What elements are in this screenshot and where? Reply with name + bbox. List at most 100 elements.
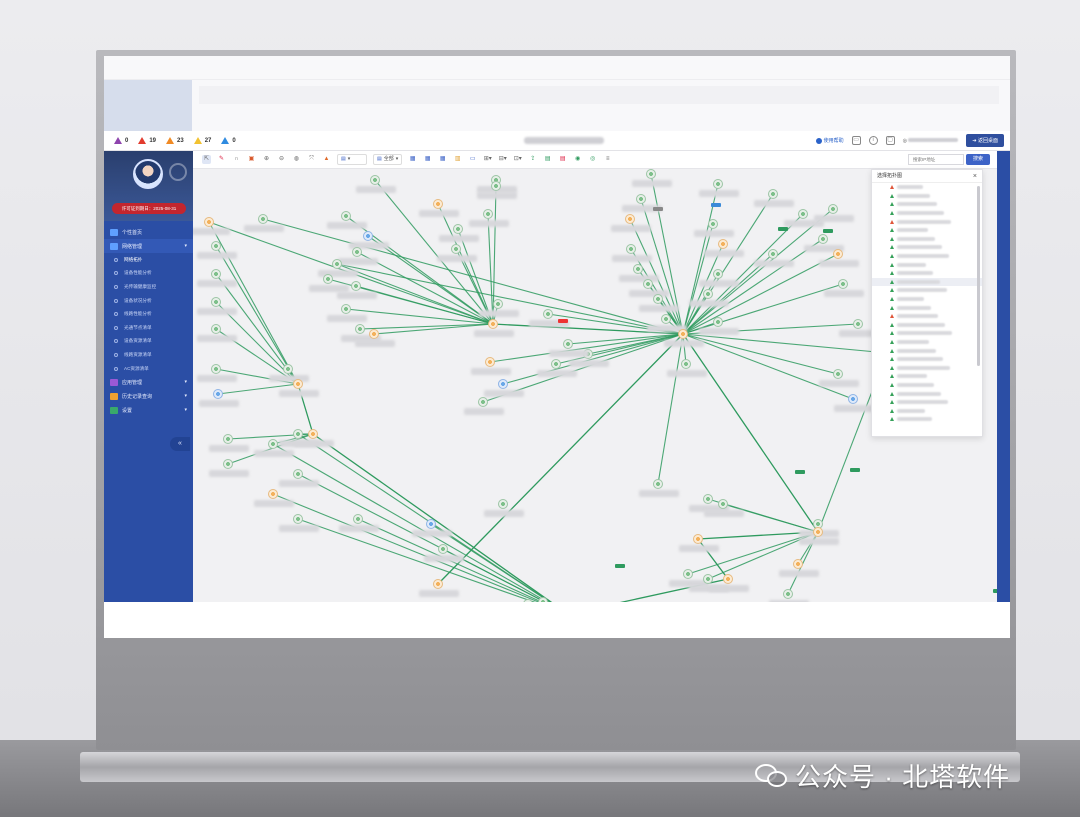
topology-node[interactable]	[484, 499, 524, 517]
topology-list-item[interactable]	[872, 312, 982, 321]
topology-list-item[interactable]	[872, 363, 982, 372]
topology-node[interactable]	[647, 314, 687, 332]
topology-hub-node[interactable]	[664, 329, 704, 347]
topology-list-item[interactable]	[872, 209, 982, 218]
link-status-tag[interactable]	[653, 207, 663, 211]
topology-node[interactable]	[629, 279, 669, 297]
topology-node[interactable]	[437, 244, 477, 262]
topology-node[interactable]	[694, 219, 734, 237]
topology-node[interactable]	[754, 189, 794, 207]
topology-list-item[interactable]	[872, 329, 982, 338]
back-to-desktop-button[interactable]: ➔ 返回桌面	[966, 134, 1004, 147]
topology-list-item[interactable]	[872, 295, 982, 304]
message-icon[interactable]: ▭	[851, 136, 861, 145]
topology-node[interactable]	[419, 199, 459, 217]
link-status-tag[interactable]	[850, 468, 860, 472]
submenu-item[interactable]: 设备性能分析	[104, 267, 193, 281]
topology-node[interactable]	[464, 397, 504, 415]
topology-trunk-link[interactable]	[312, 433, 568, 602]
topology-node[interactable]	[279, 429, 319, 447]
topology-node[interactable]	[356, 175, 396, 193]
export-icon[interactable]: ⇪	[528, 155, 537, 164]
topology-node[interactable]	[327, 304, 367, 322]
info-icon[interactable]: i	[868, 136, 878, 145]
topology-node[interactable]	[529, 309, 569, 327]
alarm-filter-icon[interactable]: ▲	[322, 155, 331, 164]
topology-node[interactable]	[209, 459, 249, 477]
topology-node[interactable]	[269, 364, 309, 382]
align-icon[interactable]: ⊟▾	[498, 155, 507, 164]
topology-list-item[interactable]	[872, 277, 982, 287]
topology-node[interactable]	[689, 494, 729, 512]
topology-node[interactable]	[769, 589, 809, 602]
topology-node[interactable]	[804, 234, 844, 252]
avatar[interactable]	[133, 159, 163, 189]
layer-select[interactable]: ▤ ▾	[337, 154, 367, 165]
topology-node[interactable]	[699, 317, 739, 335]
topology-node[interactable]	[327, 211, 367, 229]
sidebar-item-history[interactable]: 历史记录查询 ▾	[104, 389, 193, 403]
topology-link[interactable]	[367, 235, 494, 325]
topology-node[interactable]	[199, 389, 239, 407]
topology-list-item[interactable]	[872, 260, 982, 269]
topology-hub-node[interactable]	[279, 379, 319, 397]
topology-node[interactable]	[197, 324, 237, 342]
topology-list-item[interactable]	[872, 389, 982, 398]
alarm-counter[interactable]: 19	[138, 137, 156, 144]
topology-node[interactable]	[824, 279, 864, 297]
topology-node[interactable]	[341, 324, 381, 342]
topology-list-item[interactable]	[872, 406, 982, 415]
topology-node[interactable]	[197, 297, 237, 315]
topology-hub-node[interactable]	[419, 579, 459, 597]
distribute-icon[interactable]: ⊡▾	[513, 155, 522, 164]
topology-hub-node[interactable]	[474, 319, 514, 337]
topology-node[interactable]	[538, 597, 548, 602]
topology-node[interactable]	[254, 439, 294, 457]
close-icon[interactable]: ×	[973, 170, 977, 183]
alarm-counter[interactable]: 0	[114, 137, 128, 144]
topology-node[interactable]	[784, 209, 824, 227]
topology-search-input[interactable]	[908, 154, 964, 165]
topology-node[interactable]	[254, 489, 294, 507]
topology-node[interactable]	[209, 434, 249, 452]
topology-node[interactable]	[689, 574, 729, 592]
topology-node[interactable]	[339, 514, 379, 532]
topology-node[interactable]	[619, 264, 659, 282]
topology-link[interactable]	[722, 503, 819, 533]
topology-link[interactable]	[359, 323, 494, 330]
topology-node[interactable]	[699, 269, 739, 287]
topology-link[interactable]	[272, 443, 568, 602]
topology-node[interactable]	[439, 224, 479, 242]
topology-list-item[interactable]	[872, 346, 982, 355]
topology-list-item[interactable]	[872, 372, 982, 381]
topology-node[interactable]	[477, 181, 517, 199]
submenu-item[interactable]: 设备资源清单	[104, 335, 193, 349]
submenu-item[interactable]: 设备状况分析	[104, 294, 193, 308]
grid-icon[interactable]: ▦	[438, 155, 447, 164]
topology-list-item[interactable]	[872, 252, 982, 261]
topology-list-item[interactable]	[872, 235, 982, 244]
topology-list-item[interactable]	[872, 192, 982, 201]
alarm-counter[interactable]: 0	[221, 137, 236, 144]
fit-view-icon[interactable]: ⤧	[307, 155, 316, 164]
topology-node[interactable]	[839, 319, 879, 337]
submenu-item[interactable]: 网络拓扑	[104, 253, 193, 267]
topology-list-item[interactable]	[872, 303, 982, 312]
sidebar-item-settings[interactable]: 设置 ▾	[104, 403, 193, 417]
topology-node[interactable]	[814, 204, 854, 222]
topology-list-item[interactable]	[872, 355, 982, 364]
topology-node[interactable]	[355, 329, 395, 347]
topology-node[interactable]	[479, 299, 519, 317]
topology-list-item[interactable]	[872, 243, 982, 252]
layout-icon[interactable]: ⊞▾	[483, 155, 492, 164]
topology-node[interactable]	[699, 179, 739, 197]
topology-list-item[interactable]	[872, 200, 982, 209]
more-icon[interactable]: ≡	[603, 155, 612, 164]
link-status-tag[interactable]	[615, 564, 625, 568]
topology-list-item[interactable]	[872, 338, 982, 347]
topology-node[interactable]	[639, 294, 679, 312]
magnet-tool-icon[interactable]: ∩	[232, 155, 241, 164]
pen-tool-icon[interactable]: ✎	[217, 155, 226, 164]
topology-node[interactable]	[318, 259, 358, 277]
topology-node[interactable]	[632, 169, 672, 187]
